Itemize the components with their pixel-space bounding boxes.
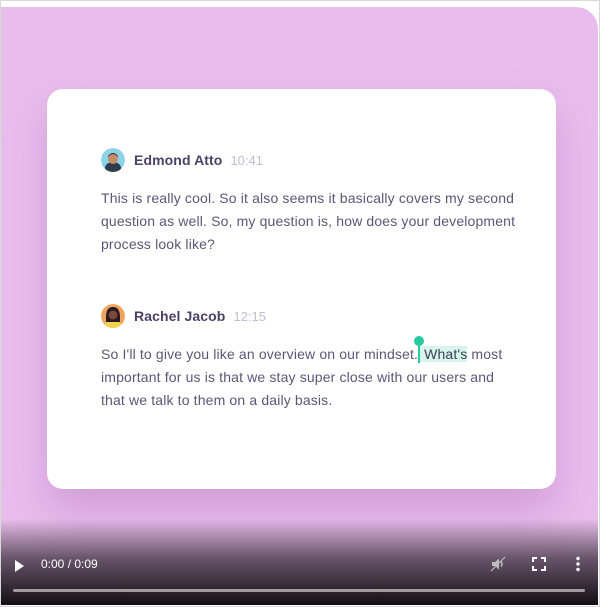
message-text[interactable]: So I'll to give you like an overview on …	[101, 336, 521, 412]
message-header: Edmond Atto 10:41	[101, 147, 521, 173]
video-player[interactable]: Edmond Atto 10:41 This is really cool. S…	[1, 7, 598, 605]
text-cursor-caret[interactable]	[414, 336, 425, 363]
more-options-icon[interactable]	[569, 555, 587, 573]
video-frame: Edmond Atto 10:41 This is really cool. S…	[0, 0, 600, 607]
message-text-before: So I'll to give you like an overview on …	[101, 346, 419, 362]
avatar-edmond	[101, 148, 125, 172]
volume-icon[interactable]	[489, 555, 507, 573]
message-timestamp: 10:41	[230, 152, 263, 168]
transcript-card: Edmond Atto 10:41 This is really cool. S…	[47, 89, 556, 489]
progress-bar[interactable]	[13, 589, 585, 592]
author-name: Rachel Jacob	[134, 308, 226, 324]
message-text: This is really cool. So it also seems it…	[101, 190, 516, 252]
play-icon[interactable]	[15, 560, 24, 572]
time-display: 0:00 / 0:09	[41, 557, 98, 571]
highlighted-word[interactable]: What's	[420, 346, 468, 362]
message-timestamp: 12:15	[233, 308, 267, 324]
fullscreen-icon[interactable]	[530, 555, 548, 573]
message-header: Rachel Jacob 12:15	[101, 303, 521, 329]
message-rachel: Rachel Jacob 12:15 So I'll to give you l…	[101, 303, 521, 412]
avatar-rachel	[101, 304, 125, 328]
message-edmond: Edmond Atto 10:41 This is really cool. S…	[101, 147, 521, 256]
video-controls: 0:00 / 0:09	[1, 519, 598, 605]
author-name: Edmond Atto	[134, 152, 223, 168]
